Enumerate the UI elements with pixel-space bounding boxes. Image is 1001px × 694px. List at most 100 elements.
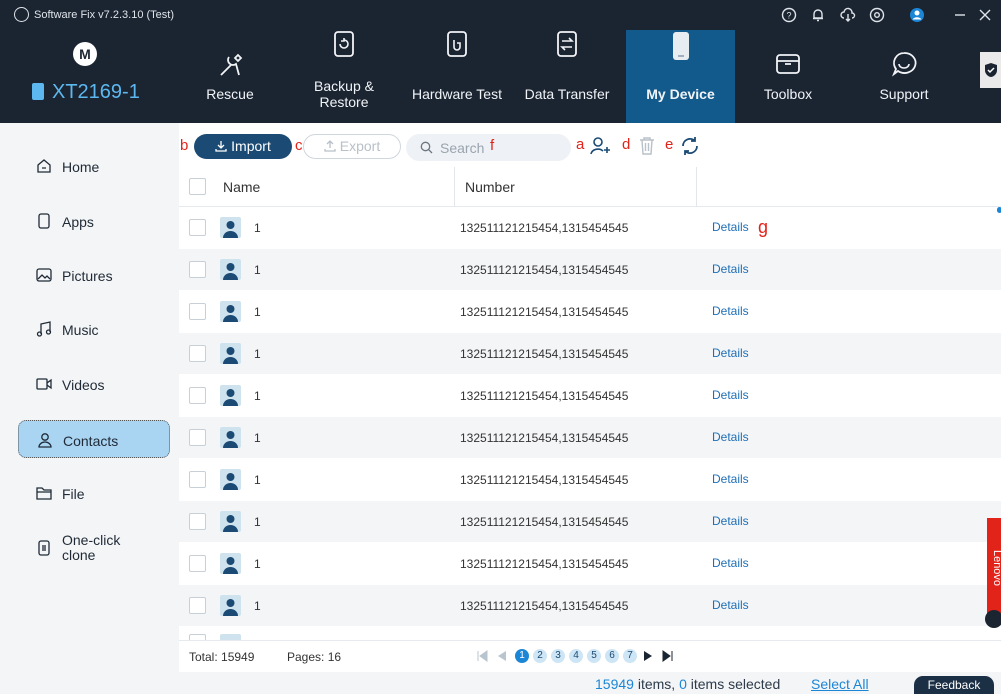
table-row[interactable]: 1 132511121215454,1315454545 Details xyxy=(179,459,1001,500)
page-button-6[interactable]: 6 xyxy=(605,649,619,663)
table-row[interactable]: 1 132511121215454,1315454545 Details xyxy=(179,501,1001,542)
table-row[interactable]: 1 132511121215454,1315454545 Details xyxy=(179,585,1001,626)
contact-avatar-icon xyxy=(220,217,241,238)
page-button-5[interactable]: 5 xyxy=(587,649,601,663)
app-logo-icon xyxy=(14,7,29,22)
first-page-icon[interactable] xyxy=(476,650,488,662)
page-button-2[interactable]: 2 xyxy=(533,649,547,663)
page-button-1[interactable]: 1 xyxy=(515,649,529,663)
select-all-link[interactable]: Select All xyxy=(811,676,869,692)
sidebar-item-apps[interactable]: Apps xyxy=(18,202,170,240)
table-row[interactable]: 1 132511121215454,1315454545 Details xyxy=(179,375,1001,416)
contact-number: 132511121215454,1315454545 xyxy=(460,431,629,445)
contact-avatar-icon xyxy=(220,385,241,406)
close-icon[interactable] xyxy=(977,7,993,23)
row-checkbox[interactable] xyxy=(189,261,206,278)
table-row[interactable]: 1 132511121215454,1315454545 Details xyxy=(179,291,1001,332)
row-checkbox[interactable] xyxy=(189,303,206,320)
search-input[interactable] xyxy=(440,138,560,157)
prev-page-icon[interactable] xyxy=(495,650,507,662)
export-button[interactable]: Export xyxy=(303,134,401,159)
table-row[interactable]: 1 132511121215454,1315454545 Details xyxy=(179,249,1001,290)
details-link[interactable]: Details xyxy=(712,472,749,486)
motorola-float-icon[interactable] xyxy=(985,610,1001,628)
table-row[interactable]: 1 132511121215454,1315454545 Details xyxy=(179,207,1001,248)
details-link[interactable]: Details xyxy=(712,388,749,402)
select-all-checkbox[interactable] xyxy=(189,178,206,195)
search-icon xyxy=(420,141,433,154)
table-row[interactable]: 1 132511121215454,1315454545 Details xyxy=(179,417,1001,458)
table-row[interactable]: 1 132511121215454,1315454545 Details xyxy=(179,333,1001,374)
row-checkbox[interactable] xyxy=(189,597,206,614)
sidebar-item-home[interactable]: Home xyxy=(18,147,170,185)
row-checkbox[interactable] xyxy=(189,471,206,488)
sidebar-item-pictures[interactable]: Pictures xyxy=(18,256,170,294)
sidebar-item-videos[interactable]: Videos xyxy=(18,365,170,403)
next-page-icon[interactable] xyxy=(643,650,655,662)
minimize-icon[interactable] xyxy=(952,7,968,23)
details-link[interactable]: Details xyxy=(712,304,749,318)
contact-name: 1 xyxy=(254,515,261,529)
shield-badge[interactable] xyxy=(980,52,1001,88)
lenovo-side-tab[interactable]: Lenovo xyxy=(987,518,1001,620)
table-row[interactable]: 1 132511121215454,1315454545 Details xyxy=(179,543,1001,584)
annotation-g: g xyxy=(758,217,769,237)
settings-icon[interactable] xyxy=(869,7,885,23)
last-page-icon[interactable] xyxy=(662,650,674,662)
picture-icon xyxy=(36,268,52,282)
svg-text:?: ? xyxy=(786,11,791,21)
page-button-3[interactable]: 3 xyxy=(551,649,565,663)
add-contact-icon[interactable] xyxy=(589,135,611,157)
tab-backup-restore[interactable]: Backup & Restore xyxy=(292,30,396,123)
row-checkbox[interactable] xyxy=(189,387,206,404)
details-link[interactable]: Details xyxy=(712,220,749,234)
help-icon[interactable]: ? xyxy=(781,7,797,23)
row-checkbox[interactable] xyxy=(189,555,206,572)
row-checkbox[interactable] xyxy=(189,429,206,446)
sidebar-item-contacts[interactable]: Contacts xyxy=(18,420,170,458)
tab-toolbox[interactable]: Toolbox xyxy=(744,30,832,123)
details-link[interactable]: Details xyxy=(712,262,749,276)
sidebar-item-music[interactable]: Music xyxy=(18,310,170,348)
sidebar-item-file[interactable]: File xyxy=(18,474,170,512)
cloud-download-icon[interactable] xyxy=(840,7,856,23)
row-checkbox[interactable] xyxy=(189,513,206,530)
toolbox-icon xyxy=(776,54,800,74)
bell-icon[interactable] xyxy=(810,7,826,23)
import-button[interactable]: Import xyxy=(194,134,292,159)
data-transfer-icon xyxy=(557,31,577,57)
sidebar-item-one-click-clone[interactable]: One-click clone xyxy=(18,529,170,567)
details-link[interactable]: Details xyxy=(712,556,749,570)
refresh-icon[interactable] xyxy=(679,135,701,157)
sidebar-item-label: Pictures xyxy=(62,268,113,284)
search-box[interactable] xyxy=(406,134,571,161)
details-link[interactable]: Details xyxy=(712,430,749,444)
details-link[interactable]: Details xyxy=(712,346,749,360)
feedback-button[interactable]: Feedback xyxy=(914,676,994,694)
page-button-4[interactable]: 4 xyxy=(569,649,583,663)
user-account-icon[interactable] xyxy=(909,7,925,23)
tab-my-device[interactable]: My Device xyxy=(626,30,735,123)
annotation-a: a xyxy=(576,136,585,153)
tab-support[interactable]: Support xyxy=(860,30,948,123)
contact-name: 1 xyxy=(254,389,261,403)
export-icon xyxy=(324,140,336,152)
device-selector[interactable]: XT2169-1 xyxy=(32,81,140,104)
folder-icon xyxy=(36,487,52,500)
tab-data-transfer[interactable]: Data Transfer xyxy=(514,30,620,123)
sidebar-item-label: One-click clone xyxy=(62,532,121,563)
contact-avatar-icon xyxy=(220,511,241,532)
page-button-7[interactable]: 7 xyxy=(623,649,637,663)
row-checkbox[interactable] xyxy=(189,345,206,362)
details-link[interactable]: Details xyxy=(712,514,749,528)
sidebar-item-label: Videos xyxy=(62,377,105,393)
column-divider xyxy=(454,167,455,207)
tools-icon xyxy=(220,53,243,76)
export-label: Export xyxy=(339,138,381,154)
details-link[interactable]: Details xyxy=(712,598,749,612)
row-checkbox[interactable] xyxy=(189,219,206,236)
delete-icon[interactable] xyxy=(636,135,658,157)
tab-hardware-test[interactable]: Hardware Test xyxy=(404,30,510,123)
scroll-indicator[interactable] xyxy=(997,207,1001,213)
tab-rescue[interactable]: Rescue xyxy=(184,30,276,123)
